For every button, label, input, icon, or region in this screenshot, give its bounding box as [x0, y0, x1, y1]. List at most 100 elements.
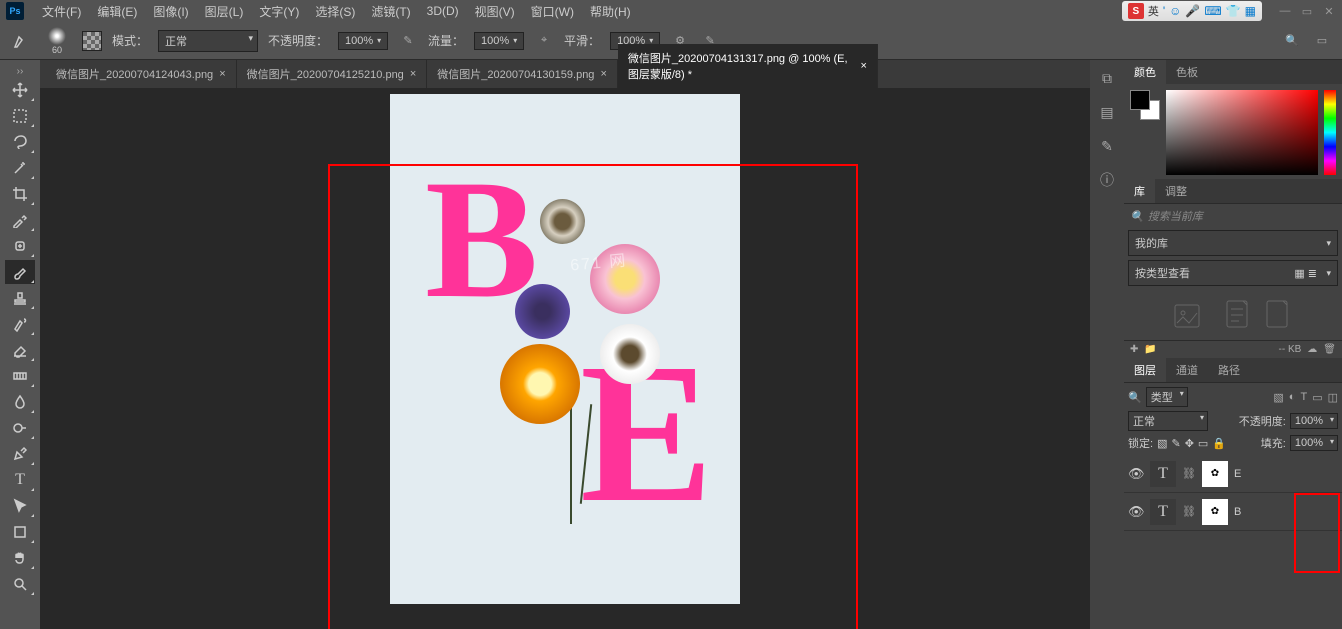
layer-item[interactable]: 👁 T ⛓ ✿ E	[1124, 455, 1342, 493]
lib-trash-icon[interactable]: 🗑	[1323, 344, 1336, 355]
menu-file[interactable]: 文件(F)	[34, 3, 89, 20]
tab-close-icon[interactable]: ×	[219, 68, 225, 80]
maximize-button[interactable]: ▭	[1300, 4, 1314, 18]
stamp-tool[interactable]	[5, 286, 35, 310]
zoom-tool[interactable]	[5, 572, 35, 596]
airbrush-icon[interactable]: ⌖	[534, 31, 554, 51]
tab-close-icon[interactable]: ×	[600, 68, 606, 80]
lock-all-icon[interactable]: 🔒	[1212, 437, 1226, 450]
layer-mask-thumb[interactable]: ✿	[1202, 461, 1228, 487]
layer-mask-thumb[interactable]: ✿	[1202, 499, 1228, 525]
hue-slider[interactable]	[1324, 90, 1336, 175]
canvas-viewport[interactable]: B E 671 网	[40, 88, 1090, 629]
magic-wand-tool[interactable]	[5, 156, 35, 180]
tab-channels[interactable]: 通道	[1166, 358, 1208, 382]
tab-color[interactable]: 颜色	[1124, 60, 1166, 84]
menu-filter[interactable]: 滤镜(T)	[363, 3, 418, 20]
current-tool-icon[interactable]	[10, 30, 32, 52]
document-tab[interactable]: 微信图片_20200704124043.png×	[46, 60, 237, 88]
opacity-input[interactable]: 100%	[338, 32, 388, 50]
dodge-tool[interactable]	[5, 416, 35, 440]
pen-tool[interactable]	[5, 442, 35, 466]
library-view-mode[interactable]: 按类型查看▦ ≣	[1128, 260, 1338, 286]
lock-artboard-icon[interactable]: ▭	[1198, 437, 1208, 450]
healing-tool[interactable]	[5, 234, 35, 258]
layer-item[interactable]: 👁 T ⛓ ✿ B	[1124, 493, 1342, 531]
mask-link-icon[interactable]: ⛓	[1182, 467, 1196, 480]
search-icon[interactable]: 🔍	[1282, 31, 1302, 51]
move-tool[interactable]	[5, 78, 35, 102]
mask-link-icon[interactable]: ⛓	[1182, 505, 1196, 518]
menu-3d[interactable]: 3D(D)	[419, 4, 467, 18]
fg-color[interactable]	[1130, 90, 1150, 110]
eyedropper-tool[interactable]	[5, 208, 35, 232]
layer-filter-kind[interactable]: 类型	[1146, 387, 1188, 407]
visibility-icon[interactable]: 👁	[1128, 466, 1144, 482]
fg-bg-swatch[interactable]	[1130, 90, 1160, 120]
tab-paths[interactable]: 路径	[1208, 358, 1250, 382]
brush-preset-picker[interactable]: 60	[42, 26, 72, 56]
layer-name[interactable]: E	[1234, 468, 1241, 480]
tab-adjustments[interactable]: 调整	[1155, 179, 1197, 203]
ime-face-icon[interactable]: ☺	[1169, 4, 1181, 18]
library-search[interactable]: 🔍 搜索当前库	[1124, 204, 1342, 228]
blur-tool[interactable]	[5, 390, 35, 414]
filter-type-icon[interactable]: T	[1300, 391, 1307, 404]
info-panel-icon[interactable]: ⓘ	[1095, 168, 1119, 192]
path-select-tool[interactable]	[5, 494, 35, 518]
document-tab[interactable]: 微信图片_20200704125210.png×	[237, 60, 428, 88]
lock-trans-icon[interactable]: ▧	[1157, 437, 1167, 450]
ime-mic-icon[interactable]: 🎤	[1185, 4, 1200, 18]
filter-shape-icon[interactable]: ▭	[1312, 391, 1322, 404]
minimize-button[interactable]: —	[1278, 4, 1292, 18]
menu-view[interactable]: 视图(V)	[467, 3, 523, 20]
ime-toolbar[interactable]: S 英 ' ☺ 🎤 ⌨ 👕 ▦	[1122, 1, 1262, 21]
ime-punct-icon[interactable]: '	[1163, 4, 1165, 18]
library-selector[interactable]: 我的库	[1128, 230, 1338, 256]
menu-type[interactable]: 文字(Y)	[251, 3, 307, 20]
layer-name[interactable]: B	[1234, 506, 1241, 518]
color-field[interactable]	[1166, 90, 1318, 175]
opacity-pressure-icon[interactable]: ✎	[398, 31, 418, 51]
hand-tool[interactable]	[5, 546, 35, 570]
lib-add-icon[interactable]: ✚	[1130, 344, 1138, 355]
tab-layers[interactable]: 图层	[1124, 358, 1166, 382]
lib-cloud-icon[interactable]: ☁	[1307, 344, 1317, 355]
history-brush-tool[interactable]	[5, 312, 35, 336]
filter-smart-icon[interactable]: ◫	[1328, 391, 1338, 404]
lock-pos-icon[interactable]: ✥	[1185, 437, 1194, 450]
workspace-switcher-icon[interactable]: ▭	[1312, 31, 1332, 51]
ime-skin-icon[interactable]: 👕	[1226, 4, 1241, 18]
menu-image[interactable]: 图像(I)	[145, 3, 196, 20]
document-tab[interactable]: 微信图片_20200704130159.png×	[427, 60, 618, 88]
flow-input[interactable]: 100%	[474, 32, 524, 50]
toolbox-grip[interactable]: ››	[3, 66, 37, 76]
eraser-tool[interactable]	[5, 338, 35, 362]
gradient-tool[interactable]	[5, 364, 35, 388]
type-tool[interactable]: T	[5, 468, 35, 492]
menu-edit[interactable]: 编辑(E)	[89, 3, 145, 20]
blend-mode-dropdown[interactable]: 正常	[158, 30, 258, 52]
menu-layer[interactable]: 图层(L)	[197, 3, 252, 20]
lasso-tool[interactable]	[5, 130, 35, 154]
crop-tool[interactable]	[5, 182, 35, 206]
menu-help[interactable]: 帮助(H)	[582, 3, 639, 20]
tab-close-icon[interactable]: ×	[860, 60, 866, 72]
menu-select[interactable]: 选择(S)	[307, 3, 363, 20]
menu-window[interactable]: 窗口(W)	[523, 3, 582, 20]
tab-swatches[interactable]: 色板	[1166, 60, 1208, 84]
filter-icon[interactable]: 🔍	[1128, 391, 1142, 404]
lock-paint-icon[interactable]: ✎	[1171, 437, 1180, 450]
brush-panel-toggle[interactable]	[82, 31, 102, 51]
close-button[interactable]: ✕	[1322, 4, 1336, 18]
filter-pixel-icon[interactable]: ▧	[1273, 391, 1283, 404]
tab-library[interactable]: 库	[1124, 179, 1155, 203]
lib-folder-icon[interactable]: 📁	[1144, 344, 1156, 355]
brushes-panel-icon[interactable]: ✎	[1095, 134, 1119, 158]
filter-adjust-icon[interactable]: ◐	[1289, 391, 1296, 404]
history-panel-icon[interactable]: ⧉	[1095, 66, 1119, 90]
visibility-icon[interactable]: 👁	[1128, 504, 1144, 520]
tab-close-icon[interactable]: ×	[410, 68, 416, 80]
layer-opacity-input[interactable]: 100%	[1290, 413, 1338, 429]
layer-blend-mode[interactable]: 正常	[1128, 411, 1208, 431]
